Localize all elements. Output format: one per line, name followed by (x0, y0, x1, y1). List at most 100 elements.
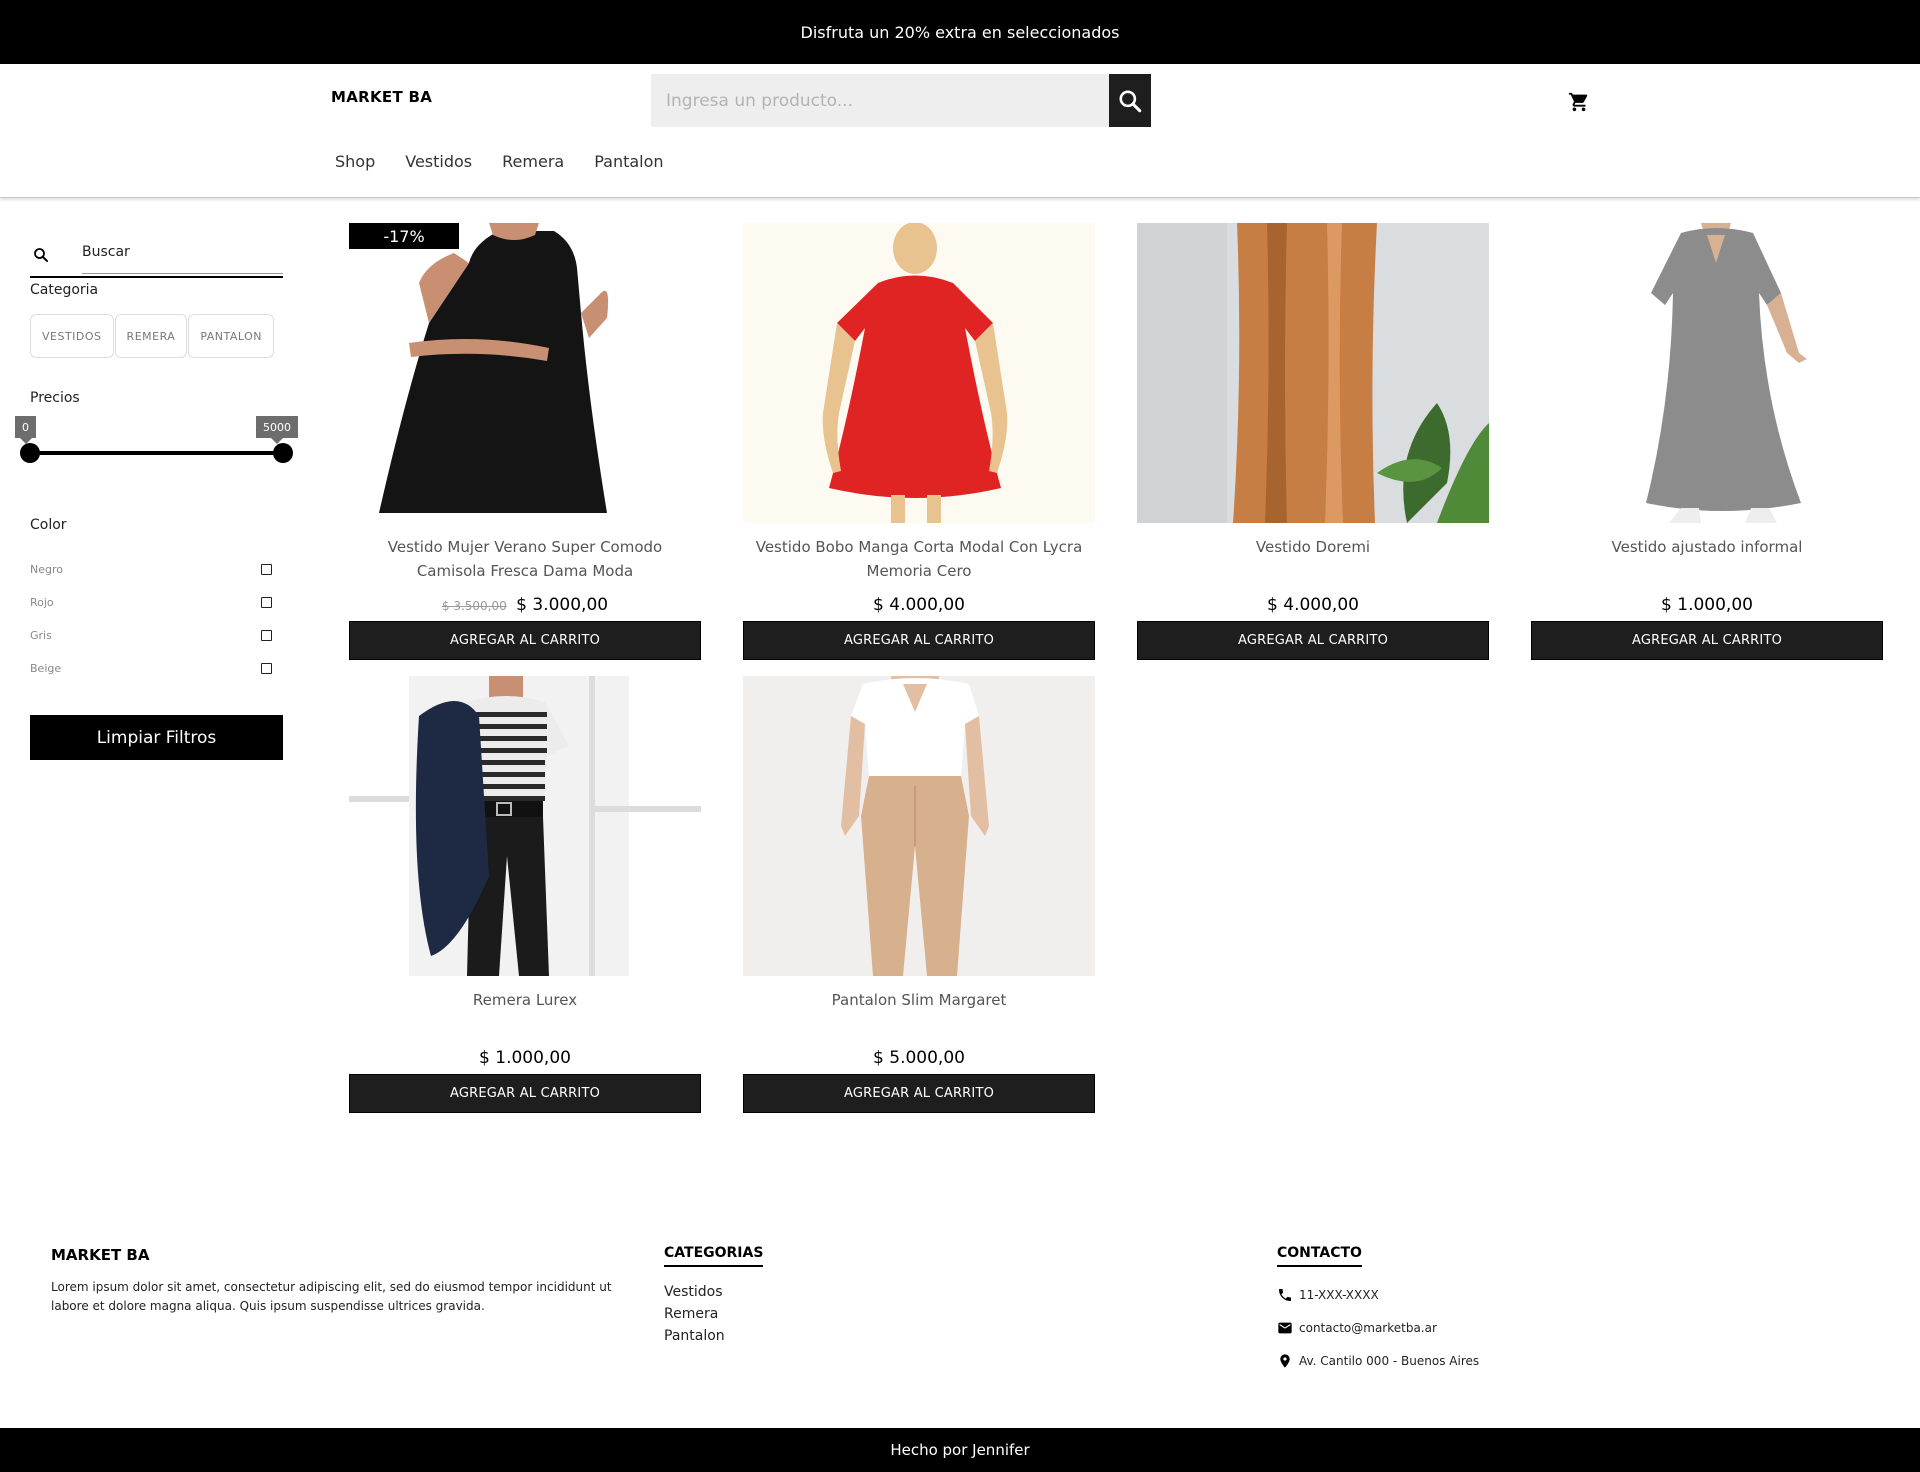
footer-contact: CONTACTO 11-XXX-XXXX contacto@marketba.a… (1277, 1242, 1479, 1370)
divider (30, 276, 283, 278)
product-old-price: $ 3.500,00 (441, 599, 507, 613)
product-name[interactable]: Remera Lurex (349, 988, 701, 1040)
footer-categories: CATEGORIAS Vestidos Remera Pantalon (664, 1242, 764, 1347)
footer-description: Lorem ipsum dolor sit amet, consectetur … (51, 1280, 612, 1313)
price-min-tooltip: 0 (15, 416, 36, 444)
color-option-beige[interactable]: Beige (30, 652, 283, 685)
product-image[interactable] (743, 676, 1095, 976)
footer-about: MARKET BA Lorem ipsum dolor sit amet, co… (51, 1246, 651, 1316)
product-current-price: $ 5.000,00 (873, 1048, 965, 1068)
add-to-cart-button[interactable]: AGREGAR AL CARRITO (1137, 621, 1489, 660)
product-card[interactable]: Vestido Doremi $ 4.000,00 AGREGAR AL CAR… (1137, 223, 1489, 660)
color-label: Rojo (30, 596, 54, 609)
category-title: Categoria (30, 282, 99, 298)
header-search (651, 74, 1151, 127)
price-range-slider[interactable]: 0 5000 (15, 416, 298, 476)
color-checkbox[interactable] (261, 564, 272, 575)
category-chip-vestidos[interactable]: VESTIDOS (30, 314, 114, 358)
color-option-gris[interactable]: Gris (30, 619, 283, 652)
contact-phone: 11-XXX-XXXX (1277, 1285, 1479, 1304)
search-button[interactable] (1109, 74, 1151, 127)
clear-filters-button[interactable]: Limpiar Filtros (30, 715, 283, 760)
product-price: $ 4.000,00 (743, 595, 1095, 617)
nav-shop[interactable]: Shop (335, 152, 375, 171)
price-title: Precios (30, 390, 80, 406)
product-name[interactable]: Vestido Doremi (1137, 535, 1489, 587)
search-icon (34, 248, 48, 262)
price-max-tooltip: 5000 (256, 416, 298, 444)
color-checkbox[interactable] (261, 663, 272, 674)
color-title: Color (30, 517, 67, 533)
product-current-price: $ 1.000,00 (479, 1048, 571, 1068)
footer-contact-title: CONTACTO (1277, 1245, 1362, 1267)
orange-dress-photo (1137, 223, 1489, 523)
product-name[interactable]: Vestido Mujer Verano Super Comodo Camiso… (349, 535, 701, 587)
color-option-rojo[interactable]: Rojo (30, 586, 283, 619)
slider-max-handle[interactable] (273, 443, 293, 463)
product-card[interactable]: -17% Vestido Mujer Verano Super Comodo C… (349, 223, 701, 660)
product-image[interactable] (349, 676, 701, 976)
phone-text: 11-XXX-XXXX (1299, 1287, 1379, 1302)
footer-logo: MARKET BA (51, 1246, 150, 1264)
add-to-cart-button[interactable]: AGREGAR AL CARRITO (1531, 621, 1883, 660)
color-label: Gris (30, 629, 52, 642)
product-card[interactable]: Vestido Bobo Manga Corta Modal Con Lycra… (743, 223, 1095, 660)
slider-min-handle[interactable] (20, 443, 40, 463)
product-current-price: $ 4.000,00 (1267, 595, 1359, 615)
promo-text: Disfruta un 20% extra en seleccionados (800, 22, 1120, 42)
footer-categories-title: CATEGORIAS (664, 1245, 764, 1267)
shopping-cart-icon (1568, 92, 1588, 112)
site-header: MARKET BA Shop Vestidos Remera Pantalon (0, 64, 1920, 198)
add-to-cart-button[interactable]: AGREGAR AL CARRITO (349, 1074, 701, 1113)
product-card[interactable]: Remera Lurex $ 1.000,00 AGREGAR AL CARRI… (349, 676, 701, 1113)
credits-bar: Hecho por Jennifer (0, 1428, 1920, 1472)
product-name[interactable]: Pantalon Slim Margaret (743, 988, 1095, 1040)
nav-vestidos[interactable]: Vestidos (405, 152, 472, 171)
beige-pants-photo (743, 676, 1095, 976)
contact-address: Av. Cantilo 000 - Buenos Aires (1277, 1351, 1479, 1370)
product-search-input[interactable] (651, 74, 1110, 127)
grey-maxi-dress-photo (1531, 223, 1883, 523)
footer-link-remera[interactable]: Remera (664, 1303, 763, 1325)
category-chips: VESTIDOS REMERA PANTALON (30, 314, 283, 358)
product-image[interactable]: -17% (349, 223, 701, 523)
slider-track (30, 451, 283, 455)
category-chip-pantalon[interactable]: PANTALON (188, 314, 275, 358)
add-to-cart-button[interactable]: AGREGAR AL CARRITO (743, 1074, 1095, 1113)
discount-badge: -17% (349, 223, 459, 249)
striped-shirt-photo (349, 676, 701, 976)
product-current-price: $ 3.000,00 (516, 595, 609, 615)
cart-button[interactable] (1568, 91, 1590, 113)
color-checkbox[interactable] (261, 597, 272, 608)
site-footer: MARKET BA Lorem ipsum dolor sit amet, co… (0, 1230, 1920, 1428)
product-name[interactable]: Vestido ajustado informal (1531, 535, 1883, 587)
footer-link-pantalon[interactable]: Pantalon (664, 1325, 763, 1347)
category-chip-remera[interactable]: REMERA (114, 314, 188, 358)
email-text: contacto@marketba.ar (1299, 1320, 1437, 1335)
footer-link-vestidos[interactable]: Vestidos (664, 1281, 763, 1303)
red-dress-photo (743, 223, 1095, 523)
product-card[interactable]: Pantalon Slim Margaret $ 5.000,00 AGREGA… (743, 676, 1095, 1113)
color-option-negro[interactable]: Negro (30, 553, 283, 586)
search-icon (1119, 89, 1142, 112)
filter-search (30, 230, 283, 274)
address-text: Av. Cantilo 000 - Buenos Aires (1299, 1353, 1480, 1368)
color-filter-list: Negro Rojo Gris Beige (30, 553, 283, 685)
product-image[interactable] (1531, 223, 1883, 523)
location-pin-icon (1280, 1353, 1290, 1368)
color-checkbox[interactable] (261, 630, 272, 641)
product-image[interactable] (743, 223, 1095, 523)
mail-icon (1278, 1322, 1292, 1333)
filter-search-input[interactable] (82, 230, 283, 274)
site-logo[interactable]: MARKET BA (331, 88, 432, 106)
product-name[interactable]: Vestido Bobo Manga Corta Modal Con Lycra… (743, 535, 1095, 587)
nav-remera[interactable]: Remera (502, 152, 564, 171)
product-image[interactable] (1137, 223, 1489, 523)
add-to-cart-button[interactable]: AGREGAR AL CARRITO (349, 621, 701, 660)
product-card[interactable]: Vestido ajustado informal $ 1.000,00 AGR… (1531, 223, 1883, 660)
promo-bar: Disfruta un 20% extra en seleccionados (0, 0, 1920, 64)
add-to-cart-button[interactable]: AGREGAR AL CARRITO (743, 621, 1095, 660)
nav-pantalon[interactable]: Pantalon (594, 152, 663, 171)
product-current-price: $ 1.000,00 (1661, 595, 1753, 615)
contact-email: contacto@marketba.ar (1277, 1318, 1479, 1337)
